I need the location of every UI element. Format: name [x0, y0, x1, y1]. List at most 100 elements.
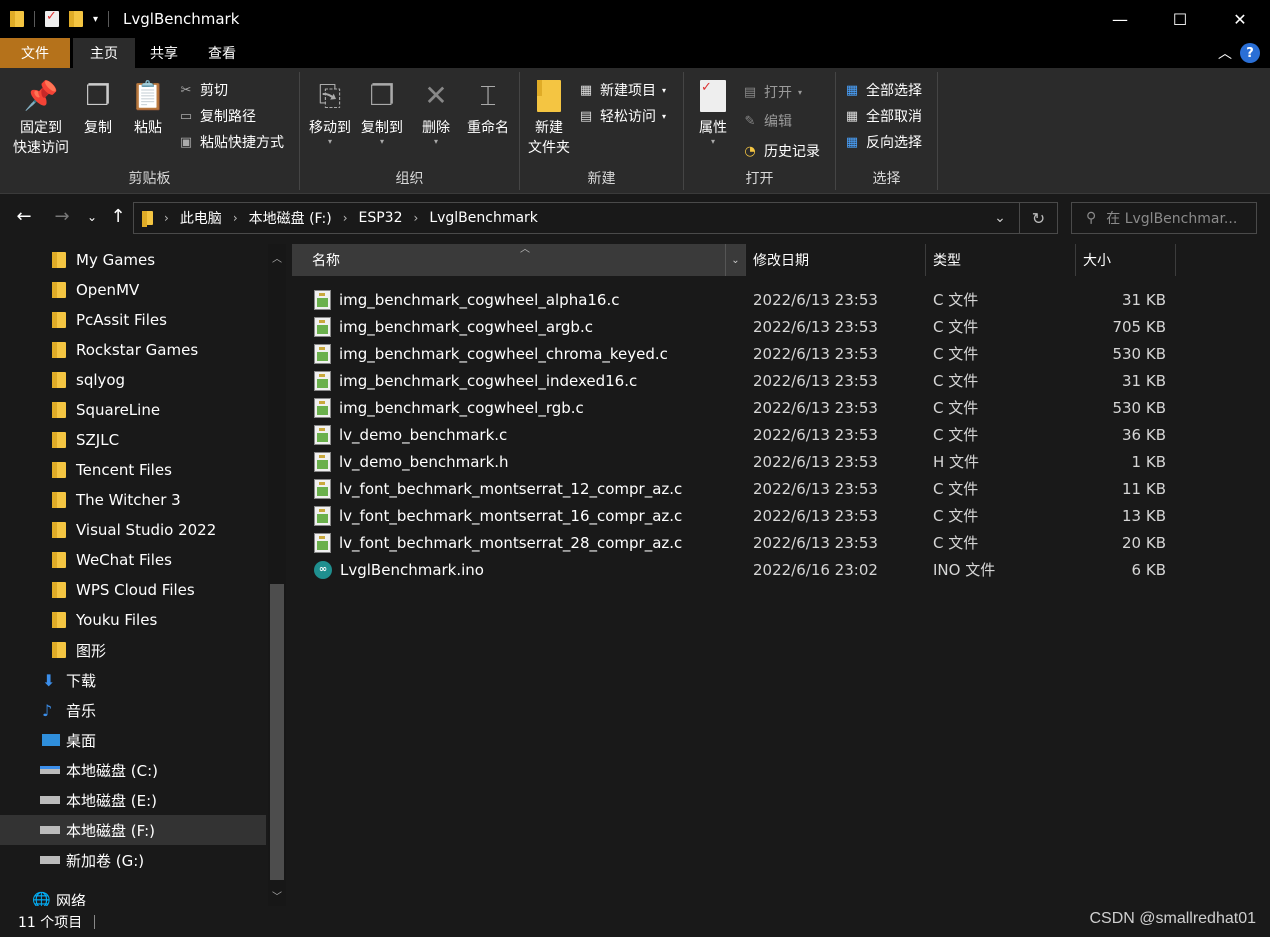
maximize-button[interactable]: ☐	[1150, 0, 1210, 38]
nav-item[interactable]: Youku Files	[0, 605, 266, 635]
help-icon[interactable]: ?	[1240, 43, 1260, 63]
move-to-button[interactable]: ⎘ 移动到 ▾	[304, 76, 356, 146]
file-row[interactable]: lv_font_bechmark_montserrat_28_compr_az.…	[312, 529, 1172, 556]
copy-to-icon: ❐	[369, 79, 395, 112]
file-row[interactable]: img_benchmark_cogwheel_rgb.c 2022/6/13 2…	[312, 394, 1172, 421]
easy-access-button[interactable]: ▤ 轻松访问 ▾	[578, 104, 666, 128]
nav-item[interactable]: WeChat Files	[0, 545, 266, 575]
file-row[interactable]: img_benchmark_cogwheel_chroma_keyed.c 20…	[312, 340, 1172, 367]
file-row[interactable]: img_benchmark_cogwheel_alpha16.c 2022/6/…	[312, 286, 1172, 313]
nav-item-drive-g[interactable]: 新加卷 (G:)	[0, 845, 266, 875]
properties-button[interactable]: 属性 ▾	[690, 76, 736, 146]
copy-button[interactable]: ❐ 复制	[78, 76, 118, 138]
breadcrumb-separator-icon[interactable]: ›	[343, 211, 348, 225]
nav-item[interactable]: sqlyog	[0, 365, 266, 395]
file-row[interactable]: lv_font_bechmark_montserrat_16_compr_az.…	[312, 502, 1172, 529]
tab-file[interactable]: 文件	[0, 38, 70, 68]
nav-item[interactable]: Visual Studio 2022	[0, 515, 266, 545]
file-name: lv_font_bechmark_montserrat_16_compr_az.…	[339, 506, 683, 525]
search-icon: ⚲	[1086, 210, 1097, 226]
nav-item[interactable]: SquareLine	[0, 395, 266, 425]
address-history-chevron-icon[interactable]: ⌄	[981, 210, 1019, 226]
minimize-button[interactable]: —	[1090, 0, 1150, 38]
paste-shortcut-button[interactable]: ▣ 粘贴快捷方式	[178, 130, 284, 154]
nav-item[interactable]: My Games	[0, 245, 266, 275]
file-row[interactable]: lv_demo_benchmark.c 2022/6/13 23:53 C 文件…	[312, 421, 1172, 448]
paste-button[interactable]: 📋 粘贴	[128, 76, 168, 138]
nav-scrollbar[interactable]: ︿ ﹀	[268, 244, 286, 906]
search-input[interactable]: ⚲ 在 LvglBenchmar...	[1071, 202, 1257, 234]
refresh-icon[interactable]: ↻	[1019, 203, 1057, 233]
nav-item[interactable]: PcAssit Files	[0, 305, 266, 335]
collapse-ribbon-icon[interactable]: ︿	[1218, 43, 1232, 63]
open-button[interactable]: ▤ 打开 ▾	[742, 80, 802, 104]
nav-item-label: OpenMV	[76, 281, 140, 299]
column-filter-chevron-icon[interactable]: ⌄	[725, 244, 745, 276]
new-item-button[interactable]: ▦ 新建项目 ▾	[578, 78, 666, 102]
delete-button[interactable]: ✕ 删除 ▾	[418, 76, 454, 146]
nav-item-desktop[interactable]: 桌面	[0, 725, 266, 755]
nav-item-label: 新加卷 (G:)	[66, 851, 145, 870]
nav-item[interactable]: Rockstar Games	[0, 335, 266, 365]
paste-label: 粘贴	[134, 120, 162, 136]
history-button[interactable]: ◔ 历史记录	[742, 139, 820, 163]
customize-quick-access-icon[interactable]: ▾	[93, 14, 98, 25]
breadcrumb-drive-f[interactable]: 本地磁盘 (F:)	[249, 208, 332, 228]
nav-item[interactable]: 图形	[0, 635, 266, 665]
nav-item-drive-e[interactable]: 本地磁盘 (E:)	[0, 785, 266, 815]
column-header-type[interactable]: 类型	[926, 244, 1076, 276]
nav-item[interactable]: SZJLC	[0, 425, 266, 455]
edit-button[interactable]: ✎ 编辑	[742, 109, 792, 133]
address-bar[interactable]: › 此电脑 › 本地磁盘 (F:) › ESP32 › LvglBenchmar…	[133, 202, 1058, 234]
breadcrumb-separator-icon[interactable]: ›	[414, 211, 419, 225]
breadcrumb-esp32[interactable]: ESP32	[359, 210, 403, 226]
tab-view[interactable]: 查看	[193, 38, 251, 68]
tab-home[interactable]: 主页	[73, 38, 135, 68]
column-header-name[interactable]: ︿ 名称 ⌄	[292, 244, 746, 276]
properties-quick-icon[interactable]	[45, 9, 59, 27]
rename-button[interactable]: ⌶ 重命名	[462, 76, 514, 138]
column-header-date[interactable]: 修改日期	[746, 244, 926, 276]
new-folder-button[interactable]: 新建 文件夹	[524, 76, 574, 158]
file-row[interactable]: ∞ LvglBenchmark.ino 2022/6/16 23:02 INO 文…	[312, 556, 1172, 583]
breadcrumb-this-pc[interactable]: 此电脑	[180, 208, 222, 228]
breadcrumb-lvglbenchmark[interactable]: LvglBenchmark	[429, 210, 538, 226]
up-button[interactable]: ↑	[106, 206, 130, 227]
nav-item-network[interactable]: 🌐 网络	[0, 885, 266, 906]
scroll-down-arrow-icon[interactable]: ﹀	[268, 888, 286, 903]
file-type: C 文件	[933, 291, 979, 309]
nav-item-drive-f[interactable]: 本地磁盘 (F:)	[0, 815, 266, 845]
breadcrumb-separator-icon[interactable]: ›	[164, 211, 169, 225]
nav-item[interactable]: OpenMV	[0, 275, 266, 305]
nav-item[interactable]: The Witcher 3	[0, 485, 266, 515]
invert-selection-button[interactable]: ▦ 反向选择	[844, 130, 922, 154]
forward-button[interactable]: →	[50, 206, 74, 227]
column-header-size[interactable]: 大小	[1076, 244, 1176, 276]
file-row[interactable]: lv_demo_benchmark.h 2022/6/13 23:53 H 文件…	[312, 448, 1172, 475]
back-button[interactable]: ←	[12, 206, 36, 227]
pin-to-quick-access-button[interactable]: 📌 固定到 快速访问	[8, 76, 74, 158]
file-row[interactable]: lv_font_bechmark_montserrat_12_compr_az.…	[312, 475, 1172, 502]
nav-item[interactable]: Tencent Files	[0, 455, 266, 485]
nav-item-music[interactable]: ♪ 音乐	[0, 695, 266, 725]
select-none-button[interactable]: ▦ 全部取消	[844, 104, 922, 128]
divider	[108, 11, 110, 27]
history-icon: ◔	[744, 143, 756, 159]
new-folder-quick-icon[interactable]	[69, 11, 83, 27]
nav-item[interactable]: WPS Cloud Files	[0, 575, 266, 605]
copy-path-button[interactable]: ▭ 复制路径	[178, 104, 256, 128]
file-row[interactable]: img_benchmark_cogwheel_argb.c 2022/6/13 …	[312, 313, 1172, 340]
nav-item-drive-c[interactable]: 本地磁盘 (C:)	[0, 755, 266, 785]
close-button[interactable]: ✕	[1210, 0, 1270, 38]
scroll-up-arrow-icon[interactable]: ︿	[268, 250, 286, 265]
file-type: C 文件	[933, 507, 979, 525]
nav-item-downloads[interactable]: ⬇ 下载	[0, 665, 266, 695]
scrollbar-thumb[interactable]	[270, 584, 284, 880]
recent-locations-button[interactable]: ⌄	[80, 210, 104, 224]
select-all-button[interactable]: ▦ 全部选择	[844, 78, 922, 102]
cut-button[interactable]: ✂ 剪切	[178, 78, 228, 102]
tab-share[interactable]: 共享	[135, 38, 193, 68]
file-row[interactable]: img_benchmark_cogwheel_indexed16.c 2022/…	[312, 367, 1172, 394]
breadcrumb-separator-icon[interactable]: ›	[233, 211, 238, 225]
copy-to-button[interactable]: ❐ 复制到 ▾	[356, 76, 408, 146]
